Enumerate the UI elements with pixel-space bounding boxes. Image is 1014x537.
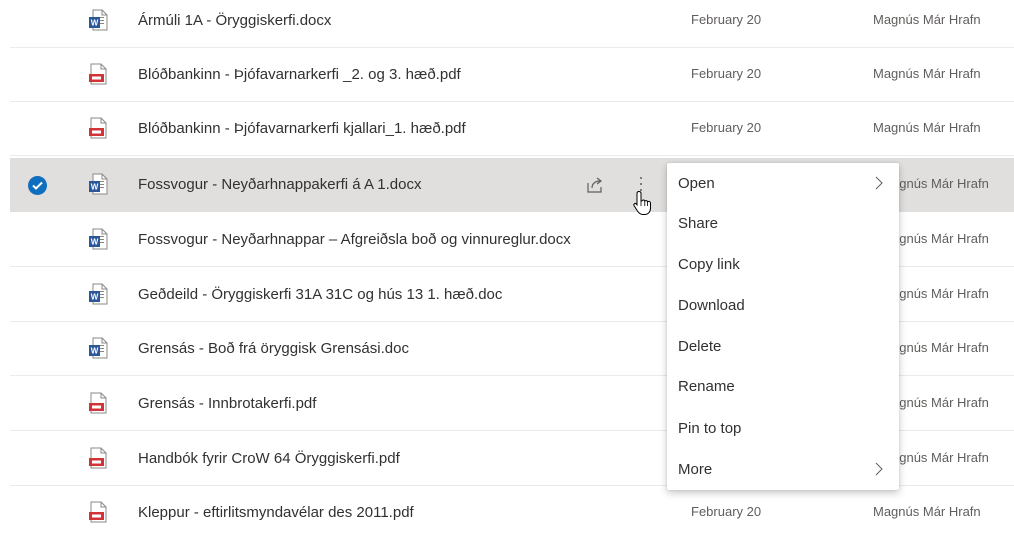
file-row[interactable]: W Ármúli 1A - Öryggiskerfi.docx February…	[10, 0, 1014, 48]
menu-item-delete[interactable]: Delete	[667, 326, 899, 366]
svg-text:W: W	[91, 183, 99, 192]
file-name[interactable]: Grensás - Innbrotakerfi.pdf	[138, 395, 316, 412]
file-name[interactable]: Blóðbankinn - Þjófavarnarkerfi _2. og 3.…	[138, 66, 461, 83]
word-document-icon: W	[89, 283, 108, 305]
chevron-right-icon	[875, 176, 883, 190]
menu-item-open[interactable]: Open	[667, 163, 899, 203]
svg-text:W: W	[91, 238, 99, 247]
file-modified-by: Magnús Már Hrafn	[873, 504, 981, 519]
menu-item-label: Copy link	[678, 256, 740, 273]
word-document-icon: W	[89, 9, 108, 31]
menu-item-label: Open	[678, 175, 715, 192]
menu-item-rename[interactable]: Rename	[667, 366, 899, 406]
menu-item-share[interactable]: Share	[667, 203, 899, 243]
file-row[interactable]: Blóðbankinn - Þjófavarnarkerfi kjallari_…	[10, 102, 1014, 156]
file-modified-by: Magnús Már Hrafn	[873, 66, 981, 81]
word-document-icon: W	[89, 173, 108, 195]
menu-item-label: Share	[678, 215, 719, 232]
file-name[interactable]: Blóðbankinn - Þjófavarnarkerfi kjallari_…	[138, 120, 466, 137]
file-modified-by: agnús Már Hrafn	[892, 176, 989, 191]
file-modified-by: Magnús Már Hrafn	[873, 120, 981, 135]
pdf-document-icon	[89, 501, 107, 523]
file-name[interactable]: Fossvogur - Neyðarhnappakerfi á A 1.docx	[138, 176, 422, 193]
svg-text:W: W	[91, 19, 99, 28]
menu-item-pin-to-top[interactable]: Pin to top	[667, 408, 899, 448]
menu-item-more[interactable]: More	[667, 449, 899, 489]
file-row[interactable]: Blóðbankinn - Þjófavarnarkerfi _2. og 3.…	[10, 48, 1014, 102]
context-menu: Open Share Copy link Download Delete Ren…	[667, 163, 899, 490]
menu-item-label: Pin to top	[678, 420, 742, 437]
checkmark-circle-icon[interactable]	[28, 176, 47, 195]
pdf-document-icon	[89, 63, 107, 85]
svg-text:W: W	[91, 347, 99, 356]
menu-item-label: Rename	[678, 378, 735, 395]
word-document-icon: W	[89, 228, 108, 250]
word-document-icon: W	[89, 337, 108, 359]
file-date: February 20	[691, 66, 762, 81]
file-modified-by: agnús Már Hrafn	[892, 450, 989, 465]
file-name[interactable]: Ármúli 1A - Öryggiskerfi.docx	[138, 12, 331, 29]
menu-item-label: Delete	[678, 338, 722, 355]
file-modified-by: agnús Már Hrafn	[892, 340, 989, 355]
file-modified-by: Magnús Már Hrafn	[873, 12, 981, 27]
file-modified-by: agnús Már Hrafn	[892, 286, 989, 301]
pdf-document-icon	[89, 117, 107, 139]
file-date: February 20	[691, 12, 762, 27]
file-name[interactable]: Fossvogur - Neyðarhnappar – Afgreiðsla b…	[138, 231, 571, 248]
file-date: February 20	[691, 120, 762, 135]
menu-item-label: Download	[678, 297, 745, 314]
menu-item-download[interactable]: Download	[667, 285, 899, 325]
chevron-right-icon	[875, 462, 883, 476]
hand-cursor-icon	[633, 190, 651, 215]
menu-item-copy-link[interactable]: Copy link	[667, 244, 899, 284]
file-name[interactable]: Grensás - Boð frá öryggisk Grensási.doc	[138, 340, 409, 357]
menu-item-label: More	[678, 461, 713, 478]
pdf-document-icon	[89, 447, 107, 469]
file-row[interactable]: Kleppur - eftirlitsmyndavélar des 2011.p…	[10, 486, 1014, 537]
file-name[interactable]: Geðdeild - Öryggiskerfi 31A 31C og hús 1…	[138, 286, 502, 303]
file-modified-by: agnús Már Hrafn	[892, 395, 989, 410]
file-modified-by: agnús Már Hrafn	[892, 231, 989, 246]
file-name[interactable]: Handbók fyrir CroW 64 Öryggiskerfi.pdf	[138, 450, 400, 467]
share-icon[interactable]	[584, 174, 606, 196]
svg-text:W: W	[91, 293, 99, 302]
pdf-document-icon	[89, 392, 107, 414]
file-date: February 20	[691, 504, 762, 519]
file-name[interactable]: Kleppur - eftirlitsmyndavélar des 2011.p…	[138, 504, 414, 521]
